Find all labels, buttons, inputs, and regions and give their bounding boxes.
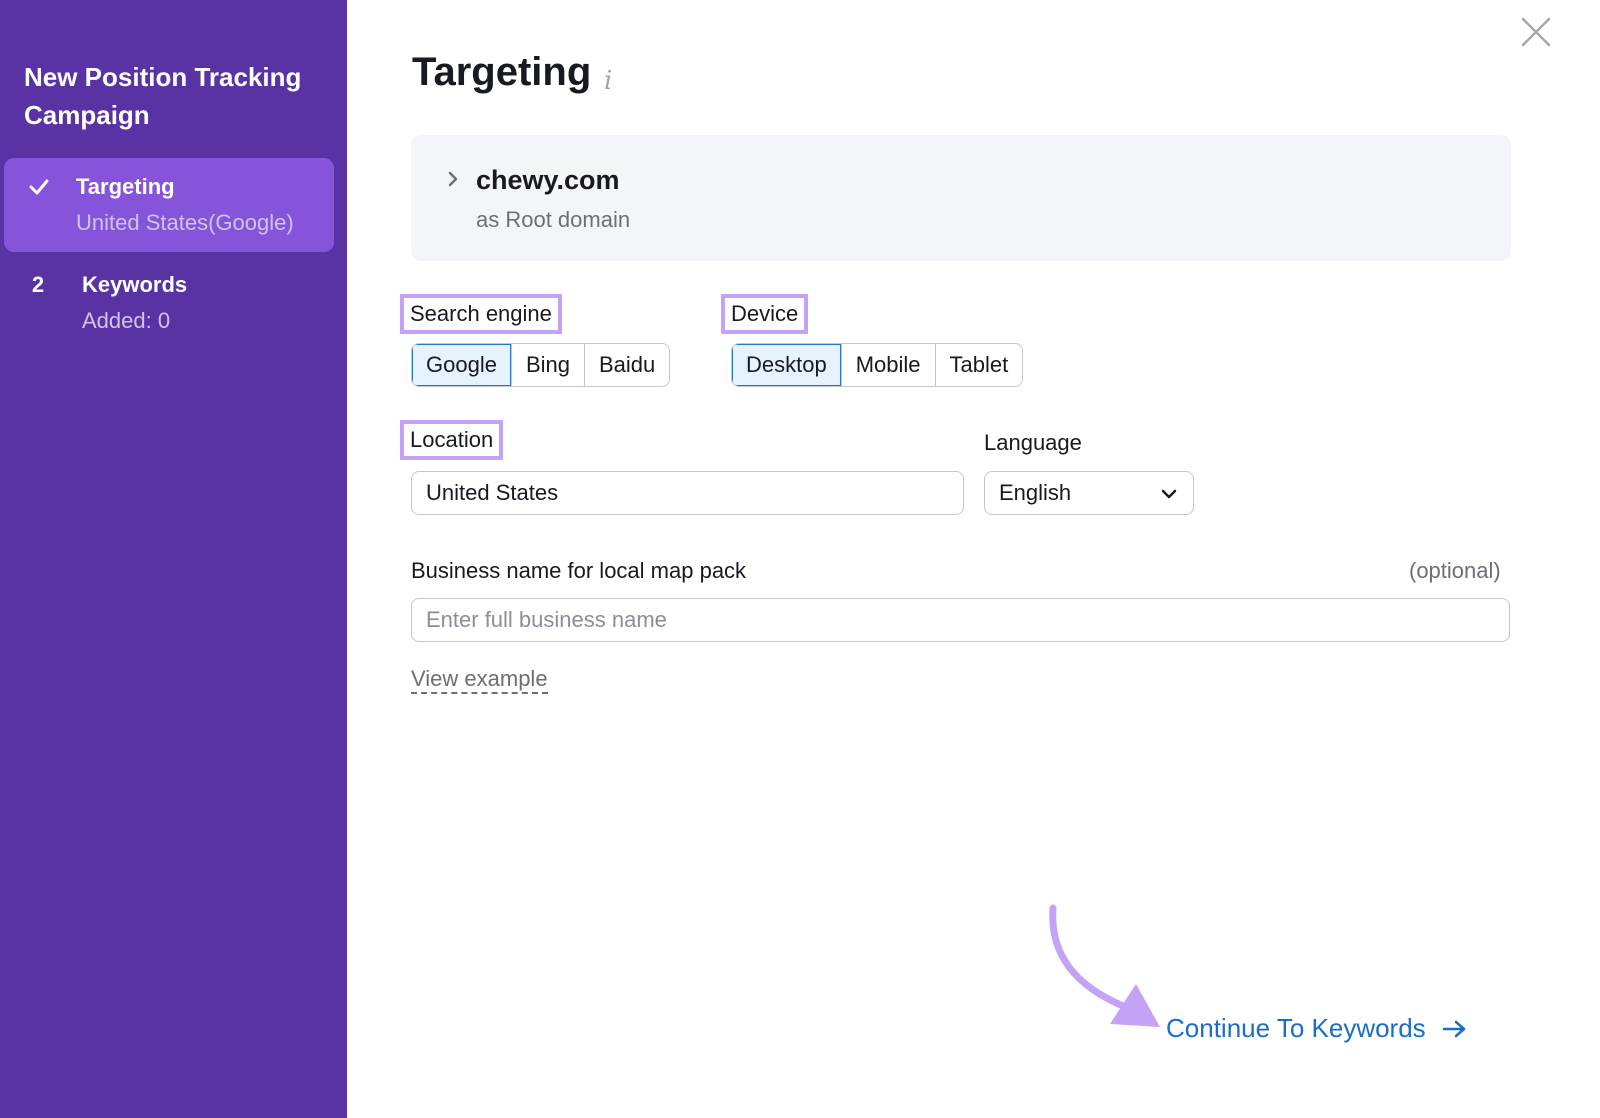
search-engine-baidu[interactable]: Baidu <box>584 344 670 386</box>
campaign-title: New Position Tracking Campaign <box>24 62 302 130</box>
domain-type: as Root domain <box>476 207 631 232</box>
language-select[interactable]: English <box>984 471 1194 515</box>
annotation-arrow-icon <box>1049 904 1160 1027</box>
sidebar: New Position Tracking Campaign Targeting… <box>0 0 347 1118</box>
check-icon <box>29 179 49 195</box>
step-label: Targeting <box>76 174 175 199</box>
device-desktop[interactable]: Desktop <box>732 344 841 386</box>
continue-label: Continue To Keywords <box>1166 1013 1426 1043</box>
arrow-right-icon <box>1442 1020 1465 1037</box>
search-engine-toggle: Google Bing Baidu <box>411 343 671 387</box>
chevron-right-icon[interactable] <box>445 171 461 187</box>
step-keywords[interactable]: 2 Keywords Added: 0 <box>4 256 334 346</box>
domain-name: chewy.com <box>476 165 620 195</box>
continue-to-keywords-button[interactable]: Continue To Keywords <box>1166 1013 1468 1044</box>
business-name-label: Business name for local map pack <box>411 558 747 583</box>
location-label: Location <box>400 420 504 460</box>
step-number: 2 <box>31 272 45 297</box>
step-summary: Added: 0 <box>82 308 171 333</box>
device-mobile[interactable]: Mobile <box>840 344 935 386</box>
business-name-input[interactable]: Enter full business name <box>411 598 1510 642</box>
device-tablet[interactable]: Tablet <box>934 344 1023 386</box>
search-engine-bing[interactable]: Bing <box>510 344 584 386</box>
optional-hint: (optional) <box>1409 558 1501 583</box>
search-engine-label: Search engine <box>400 294 562 334</box>
page-title: Targeting <box>412 50 592 94</box>
domain-card: chewy.com as Root domain <box>411 135 1511 261</box>
language-label: Language <box>984 430 1082 455</box>
step-targeting[interactable]: Targeting United States(Google) <box>4 158 334 252</box>
chevron-down-icon <box>1161 489 1177 499</box>
device-toggle: Desktop Mobile Tablet <box>731 343 1024 387</box>
info-icon[interactable]: i <box>604 66 612 96</box>
language-value: English <box>999 480 1072 505</box>
search-engine-google[interactable]: Google <box>412 344 511 386</box>
close-icon[interactable] <box>1520 16 1552 48</box>
device-label: Device <box>721 294 809 334</box>
location-input[interactable]: United States <box>411 471 964 515</box>
view-example-link[interactable]: View example <box>411 666 548 694</box>
step-summary: United States(Google) <box>76 210 294 235</box>
step-label: Keywords <box>82 272 188 297</box>
